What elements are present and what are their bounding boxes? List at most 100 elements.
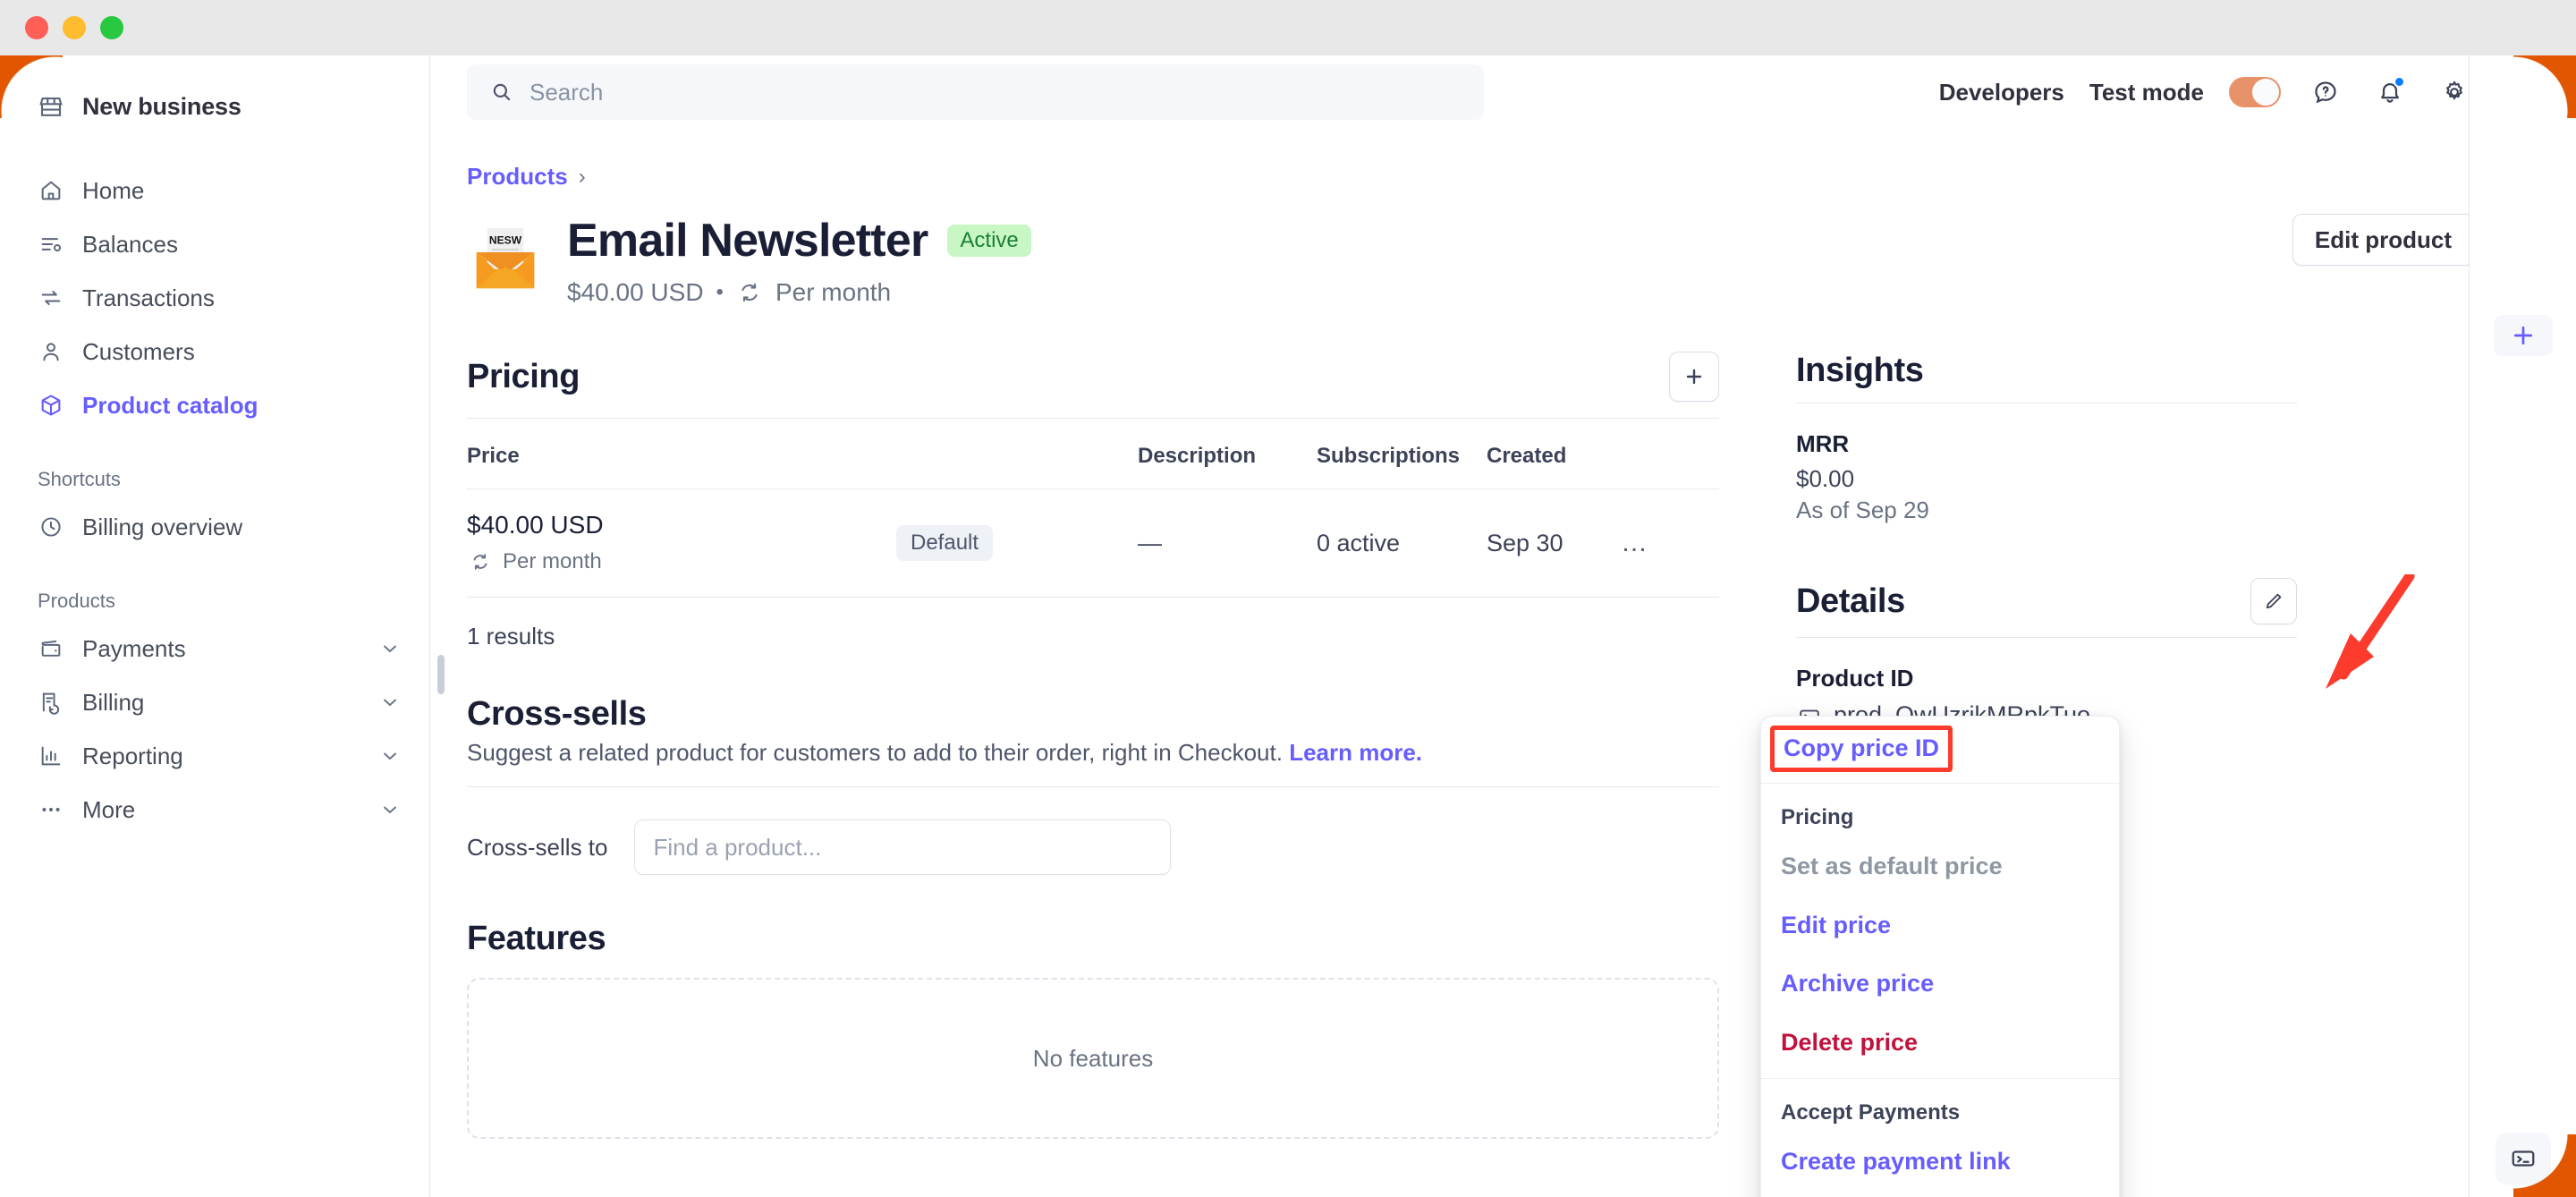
notification-badge xyxy=(2394,76,2405,88)
column-header-description: Description xyxy=(1138,419,1317,489)
menu-item-edit-price[interactable]: Edit price xyxy=(1761,896,2119,955)
sidebar-item-billing-overview[interactable]: Billing overview xyxy=(0,500,429,554)
menu-item-archive-price[interactable]: Archive price xyxy=(1761,955,2119,1014)
pricing-section-header: Pricing xyxy=(467,352,1719,418)
cross-sells-learn-more-link[interactable]: Learn more. xyxy=(1289,739,1422,766)
column-header-actions xyxy=(1621,419,1719,489)
column-header-subscriptions: Subscriptions xyxy=(1317,419,1487,489)
menu-item-copy-price-id[interactable]: Copy price ID xyxy=(1784,734,1939,764)
cell-created: Sep 30 xyxy=(1487,488,1621,598)
window-zoom-button[interactable] xyxy=(100,16,123,39)
window-close-button[interactable] xyxy=(25,16,48,39)
clock-icon xyxy=(38,514,64,540)
mrr-label: MRR xyxy=(1796,430,1850,457)
sidebar-item-payments[interactable]: Payments xyxy=(0,622,429,675)
menu-item-delete-price[interactable]: Delete price xyxy=(1761,1014,2119,1073)
product-header: NESW Email Newsletter Active $40.00 USD … xyxy=(467,214,2576,307)
search-icon xyxy=(488,79,515,106)
breadcrumb-products-link[interactable]: Products xyxy=(467,163,568,191)
edit-product-button[interactable]: Edit product xyxy=(2292,214,2474,266)
test-mode-toggle[interactable] xyxy=(2229,77,2281,107)
window-minimize-button[interactable] xyxy=(63,16,86,39)
page-content: Products › NESW Email Newsletter Active … xyxy=(430,163,2576,1139)
row-interval-label: Per month xyxy=(503,549,602,573)
insights-header: Insights xyxy=(1796,352,2297,403)
price-row-overflow-menu-button[interactable]: … xyxy=(1621,529,1649,556)
details-divider xyxy=(1796,637,2297,638)
customers-icon xyxy=(38,338,64,365)
cross-sells-field-label: Cross-sells to xyxy=(467,833,608,861)
default-price-chip: Default xyxy=(896,525,994,561)
sidebar-item-billing[interactable]: Billing xyxy=(0,675,429,729)
product-interval: Per month xyxy=(775,278,892,306)
left-column: Pricing Price Description Subscriptions … xyxy=(467,352,1719,1139)
mrr-asof: As of Sep 29 xyxy=(1796,497,1929,523)
column-header-created: Created xyxy=(1487,419,1621,489)
app-window: New business Home Balances Transactions … xyxy=(0,55,2576,1197)
sidebar-item-label: Billing overview xyxy=(82,513,243,540)
breadcrumb: Products › xyxy=(467,163,2576,191)
table-row[interactable]: $40.00 USD Per month Default — 0 active … xyxy=(467,488,1719,598)
sidebar-item-label: Transactions xyxy=(82,284,215,311)
edit-details-button[interactable] xyxy=(2250,578,2297,624)
cell-description: — xyxy=(1138,488,1317,598)
menu-group-pricing: Pricing xyxy=(1781,804,1854,829)
insights-title: Insights xyxy=(1796,352,1924,389)
test-mode-label: Test mode xyxy=(2089,78,2204,106)
sidebar-item-product-catalog[interactable]: Product catalog xyxy=(0,378,429,432)
separator-dot: • xyxy=(716,280,724,304)
transactions-icon xyxy=(38,284,64,311)
rail-terminal-button[interactable] xyxy=(2495,1133,2551,1184)
search-input[interactable]: Search xyxy=(467,64,1484,120)
product-id-label: Product ID xyxy=(1796,665,1914,692)
menu-group-accept-payments: Accept Payments xyxy=(1781,1099,1961,1125)
storefront-icon xyxy=(38,94,64,121)
sidebar-item-reporting[interactable]: Reporting xyxy=(0,729,429,783)
svg-text:NESW: NESW xyxy=(489,234,522,247)
more-icon xyxy=(38,796,64,823)
gear-icon xyxy=(2441,79,2468,106)
business-switcher[interactable]: New business xyxy=(0,81,429,133)
add-price-button[interactable] xyxy=(1669,352,1719,402)
sidebar-item-label: More xyxy=(82,795,136,823)
sidebar-item-more[interactable]: More xyxy=(0,783,429,836)
cross-sells-title: Cross-sells xyxy=(467,695,647,733)
features-title: Features xyxy=(467,920,606,957)
sidebar-item-home[interactable]: Home xyxy=(0,164,429,217)
recurring-icon xyxy=(467,548,494,575)
sidebar-item-transactions[interactable]: Transactions xyxy=(0,271,429,325)
menu-divider xyxy=(1761,782,2119,784)
billing-icon xyxy=(38,689,64,716)
cross-sells-description-text: Suggest a related product for customers … xyxy=(467,739,1283,766)
cross-sells-product-search-input[interactable]: Find a product... xyxy=(634,819,1172,875)
help-button[interactable] xyxy=(2306,72,2345,112)
email-newsletter-icon: NESW xyxy=(467,221,544,298)
features-section: Features No features xyxy=(467,920,1719,1139)
business-name: New business xyxy=(82,93,242,120)
plus-icon xyxy=(1686,369,1702,385)
sidebar-item-customers[interactable]: Customers xyxy=(0,325,429,378)
copy-price-id-highlight: Copy price ID xyxy=(1770,726,1953,772)
window-titlebar xyxy=(0,0,2576,55)
top-bar-actions: Developers Test mode xyxy=(1939,72,2540,113)
cross-sells-section: Cross-sells Suggest a related product fo… xyxy=(467,695,1719,875)
pricing-title: Pricing xyxy=(467,357,580,395)
search-placeholder: Search xyxy=(530,78,604,106)
cell-default-chip: Default xyxy=(896,488,1138,598)
sidebar-item-label: Reporting xyxy=(82,742,183,769)
notifications-button[interactable] xyxy=(2370,72,2410,112)
menu-item-create-payment-link[interactable]: Create payment link xyxy=(1761,1133,2119,1192)
developers-link[interactable]: Developers xyxy=(1939,79,2064,106)
features-empty-state: No features xyxy=(467,978,1719,1139)
cell-subscriptions: 0 active xyxy=(1317,488,1487,598)
rail-add-button[interactable] xyxy=(2493,315,2553,356)
details-header: Details xyxy=(1796,578,2297,637)
mrr-value: $0.00 xyxy=(1796,465,1855,492)
sidebar-section-products: Products xyxy=(38,590,115,612)
sidebar-item-balances[interactable]: Balances xyxy=(0,217,429,271)
chevron-down-icon xyxy=(379,692,401,713)
menu-item-create-new-pricing-table[interactable]: Create new pricing table xyxy=(1761,1192,2119,1197)
recurring-icon xyxy=(736,279,763,306)
details-title: Details xyxy=(1796,582,1905,620)
cross-sells-description: Suggest a related product for customers … xyxy=(467,739,1719,767)
